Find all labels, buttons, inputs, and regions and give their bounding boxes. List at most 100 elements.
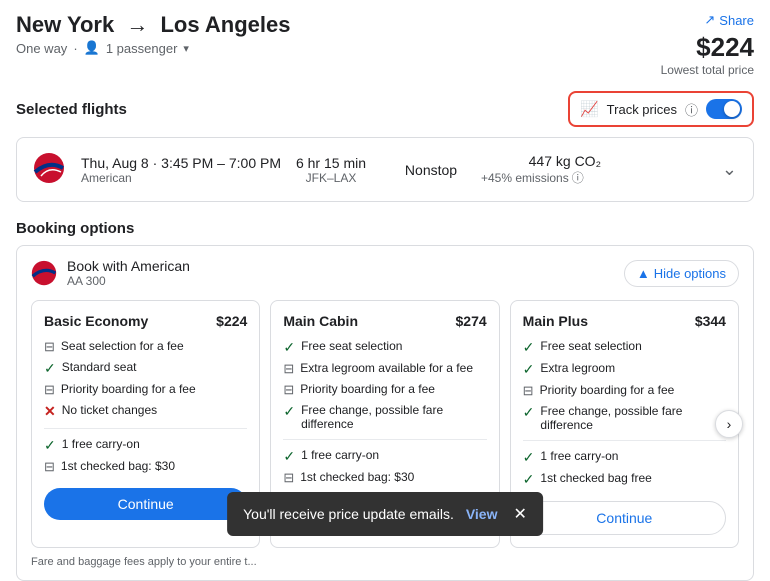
flight-duration-block: 6 hr 15 min JFK–LAX — [281, 155, 381, 185]
bag-feature-0-1: ⊟1st checked bag: $30 — [44, 459, 247, 475]
selected-flights-row: Selected flights 📈 Track prices ⓘ — [0, 85, 770, 133]
check-icon: ✓ — [523, 361, 535, 378]
booking-airline-block: Book with American AA 300 — [31, 258, 190, 288]
fare-feature-2-3: ✓Free change, possible fare difference — [523, 404, 726, 432]
page-header: New York → Los Angeles One way · 👤 1 pas… — [0, 0, 770, 85]
fee-icon: ⊟ — [283, 382, 294, 398]
toast-notification: You'll receive price update emails. View… — [227, 492, 543, 536]
flight-emissions-block: 447 kg CO₂ +45% emissions ⓘ — [481, 153, 601, 186]
person-icon: 👤 — [84, 40, 100, 56]
continue-button-plus[interactable]: Continue — [523, 501, 726, 535]
fee-icon: ⊟ — [523, 383, 534, 399]
booking-title: Booking options — [16, 220, 754, 237]
fare-feature-2-2: ⊟Priority boarding for a fee — [523, 383, 726, 399]
fare-header-plus: Main Plus $344 — [523, 313, 726, 329]
fare-feature-1-0: ✓Free seat selection — [283, 339, 486, 356]
continue-button-basic[interactable]: Continue — [44, 488, 247, 520]
toggle-knob — [724, 101, 740, 117]
bag-feature-1-0: ✓1 free carry-on — [283, 448, 486, 465]
track-prices-label: Track prices — [607, 102, 677, 117]
route-block: New York → Los Angeles One way · 👤 1 pas… — [16, 12, 290, 56]
fare-feature-0-1: ✓Standard seat — [44, 360, 247, 377]
info-icon[interactable]: ⓘ — [685, 100, 698, 119]
bag-feature-0-0: ✓1 free carry-on — [44, 437, 247, 454]
route-sub: One way · 👤 1 passenger ▾ — [16, 40, 290, 56]
flight-time-block: Thu, Aug 8 · 3:45 PM – 7:00 PM American — [81, 155, 281, 185]
share-label: Share — [719, 13, 754, 28]
check-icon: ✓ — [523, 339, 535, 356]
track-prices-box: 📈 Track prices ⓘ — [568, 91, 754, 127]
fee-icon: ⊟ — [283, 470, 294, 486]
fee-icon: ⊟ — [44, 459, 55, 475]
divider — [283, 439, 486, 440]
bag-feature-1-1: ⊟1st checked bag: $30 — [283, 470, 486, 486]
fare-header-main: Main Cabin $274 — [283, 313, 486, 329]
flight-stops: Nonstop — [381, 162, 481, 178]
fare-col-plus: Main Plus $344 ✓Free seat selection ✓Ext… — [510, 300, 739, 548]
route-title: New York → Los Angeles — [16, 12, 290, 38]
bag-feature-2-0: ✓1 free carry-on — [523, 449, 726, 466]
trip-type: One way — [16, 41, 67, 56]
check-icon: ✓ — [523, 404, 535, 421]
flight-route: JFK–LAX — [281, 171, 381, 185]
price-block: $224 Lowest total price — [661, 32, 754, 77]
fare-feature-1-3: ✓Free change, possible fare difference — [283, 403, 486, 431]
duration: 6 hr 15 min — [281, 155, 381, 171]
share-button[interactable]: ↗ Share — [661, 12, 754, 28]
toast-close-button[interactable]: ✕ — [513, 504, 526, 524]
fare-note: Fare and baggage fees apply to your enti… — [31, 556, 739, 568]
fare-feature-2-0: ✓Free seat selection — [523, 339, 726, 356]
total-price: $224 — [661, 32, 754, 63]
route-arrow: → — [126, 12, 148, 37]
divider — [44, 428, 247, 429]
chevron-down-icon[interactable]: ▾ — [183, 42, 189, 55]
fare-col-basic: Basic Economy $224 ⊟Seat selection for a… — [31, 300, 260, 548]
fare-header-basic: Basic Economy $224 — [44, 313, 247, 329]
check-icon: ✓ — [44, 360, 56, 377]
emissions-info-icon[interactable]: ⓘ — [572, 169, 584, 186]
fare-feature-0-3: ✕No ticket changes — [44, 403, 247, 420]
fare-price-plus: $344 — [695, 313, 726, 329]
fare-name-plus: Main Plus — [523, 313, 588, 329]
flight-datetime: Thu, Aug 8 · 3:45 PM – 7:00 PM — [81, 155, 281, 171]
hide-options-label: Hide options — [654, 266, 726, 281]
booking-airline-logo — [31, 260, 57, 286]
emissions: 447 kg CO₂ — [481, 153, 601, 169]
toast-view-button[interactable]: View — [466, 506, 498, 522]
flight-info: Thu, Aug 8 · 3:45 PM – 7:00 PM American … — [81, 153, 698, 186]
airline-logo — [33, 152, 65, 187]
flight-card: Thu, Aug 8 · 3:45 PM – 7:00 PM American … — [16, 137, 754, 202]
bag-feature-2-1: ✓1st checked bag free — [523, 471, 726, 488]
booking-airline-info: Book with American AA 300 — [67, 258, 190, 288]
fare-price-main: $274 — [456, 313, 487, 329]
passengers: 1 passenger — [106, 41, 178, 56]
origin: New York — [16, 12, 114, 37]
check-icon: ✓ — [44, 437, 56, 454]
fee-icon: ⊟ — [44, 339, 55, 355]
check-icon: ✓ — [523, 449, 535, 466]
booking-airline-name: Book with American — [67, 258, 190, 274]
price-share-block: ↗ Share $224 Lowest total price — [661, 12, 754, 77]
trending-icon: 📈 — [580, 100, 599, 118]
booking-header: Book with American AA 300 ▲ Hide options — [31, 258, 739, 288]
destination: Los Angeles — [160, 12, 290, 37]
hide-options-button[interactable]: ▲ Hide options — [624, 260, 739, 287]
fare-name-main: Main Cabin — [283, 313, 358, 329]
flight-expand-icon[interactable]: ⌄ — [722, 159, 737, 180]
scroll-right-arrow[interactable]: › — [715, 410, 743, 438]
chevron-up-icon: ▲ — [637, 266, 650, 281]
fee-icon: ⊟ — [283, 361, 294, 377]
fare-feature-2-1: ✓Extra legroom — [523, 361, 726, 378]
fare-feature-1-2: ⊟Priority boarding for a fee — [283, 382, 486, 398]
toast-message: You'll receive price update emails. — [243, 506, 454, 522]
track-prices-toggle[interactable] — [706, 99, 742, 119]
flight-airline: American — [81, 171, 281, 185]
x-icon: ✕ — [44, 403, 56, 420]
check-icon: ✓ — [283, 448, 295, 465]
check-icon: ✓ — [283, 403, 295, 420]
emissions-sub: +45% emissions ⓘ — [481, 169, 601, 186]
fee-icon: ⊟ — [44, 382, 55, 398]
divider — [523, 440, 726, 441]
fare-price-basic: $224 — [216, 313, 247, 329]
selected-flights-title: Selected flights — [16, 101, 127, 118]
